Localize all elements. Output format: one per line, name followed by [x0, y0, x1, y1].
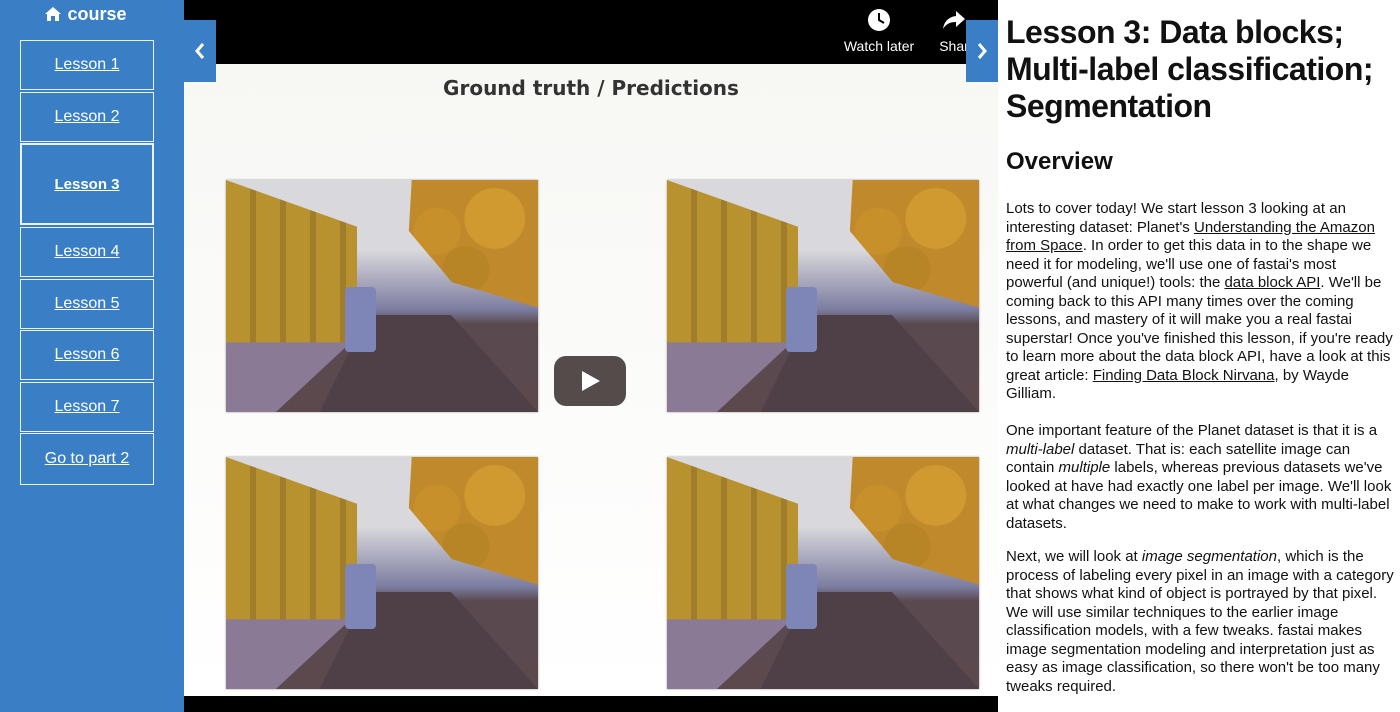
home-icon [45, 7, 62, 21]
chevron-left-icon [195, 43, 205, 59]
slide-title: Ground truth / Predictions [443, 76, 739, 100]
emphasis-text: image segmentation [1141, 548, 1277, 565]
prediction-image-2 [667, 457, 979, 689]
watch-later-label: Watch later [843, 38, 915, 54]
next-lesson-button[interactable] [966, 20, 998, 82]
ground-truth-image-1 [226, 180, 538, 412]
share-label: Shar [939, 38, 969, 54]
data-block-nirvana-link[interactable]: Finding Data Block Nirvana [1093, 367, 1275, 384]
overview-paragraph-2: One important feature of the Planet data… [1006, 422, 1394, 533]
sidebar-item-lesson-5[interactable]: Lesson 5 [20, 279, 154, 329]
overview-paragraph-3: Next, we will look at image segmentation… [1006, 548, 1394, 696]
paragraph-text: One important feature of the Planet data… [1006, 422, 1378, 439]
prev-lesson-button[interactable] [184, 20, 216, 82]
lesson-title: Lesson 3: Data blocks; Multi-label class… [1006, 14, 1374, 124]
watch-later-button[interactable]: Watch later [840, 8, 918, 54]
data-block-api-link[interactable]: data block API [1224, 274, 1320, 291]
course-title: course [67, 4, 127, 24]
share-icon [943, 11, 965, 29]
overview-heading: Overview [1006, 148, 1113, 175]
prediction-image-1 [667, 180, 979, 412]
emphasis-text: multiple [1058, 459, 1111, 476]
lesson-content: Lesson 3: Data blocks; Multi-label class… [998, 0, 1400, 712]
sidebar-item-lesson-6[interactable]: Lesson 6 [20, 330, 154, 380]
emphasis-text: multi-label [1006, 440, 1075, 458]
chevron-right-icon [977, 43, 987, 59]
course-sidebar: course Lesson 1 Lesson 2 Lesson 3 Lesson… [0, 0, 184, 712]
overview-paragraph-1: Lots to cover today! We start lesson 3 l… [1006, 200, 1394, 404]
sidebar-item-lesson-7[interactable]: Lesson 7 [20, 382, 154, 432]
course-home-link[interactable]: course [0, 4, 172, 25]
paragraph-text: Next, we will look at [1006, 548, 1142, 565]
clock-icon [868, 9, 890, 31]
video-player[interactable]: Ground truth / Predictions Watch later S… [184, 0, 998, 712]
ground-truth-image-2 [226, 457, 538, 689]
sidebar-item-lesson-2[interactable]: Lesson 2 [20, 92, 154, 142]
sidebar-item-part-2[interactable]: Go to part 2 [20, 433, 154, 485]
sidebar-item-lesson-3[interactable]: Lesson 3 [20, 143, 154, 225]
paragraph-text: , which is the process of labeling every… [1006, 548, 1394, 695]
sidebar-item-lesson-4[interactable]: Lesson 4 [20, 227, 154, 277]
play-button[interactable] [554, 356, 626, 406]
sidebar-item-lesson-1[interactable]: Lesson 1 [20, 40, 154, 90]
